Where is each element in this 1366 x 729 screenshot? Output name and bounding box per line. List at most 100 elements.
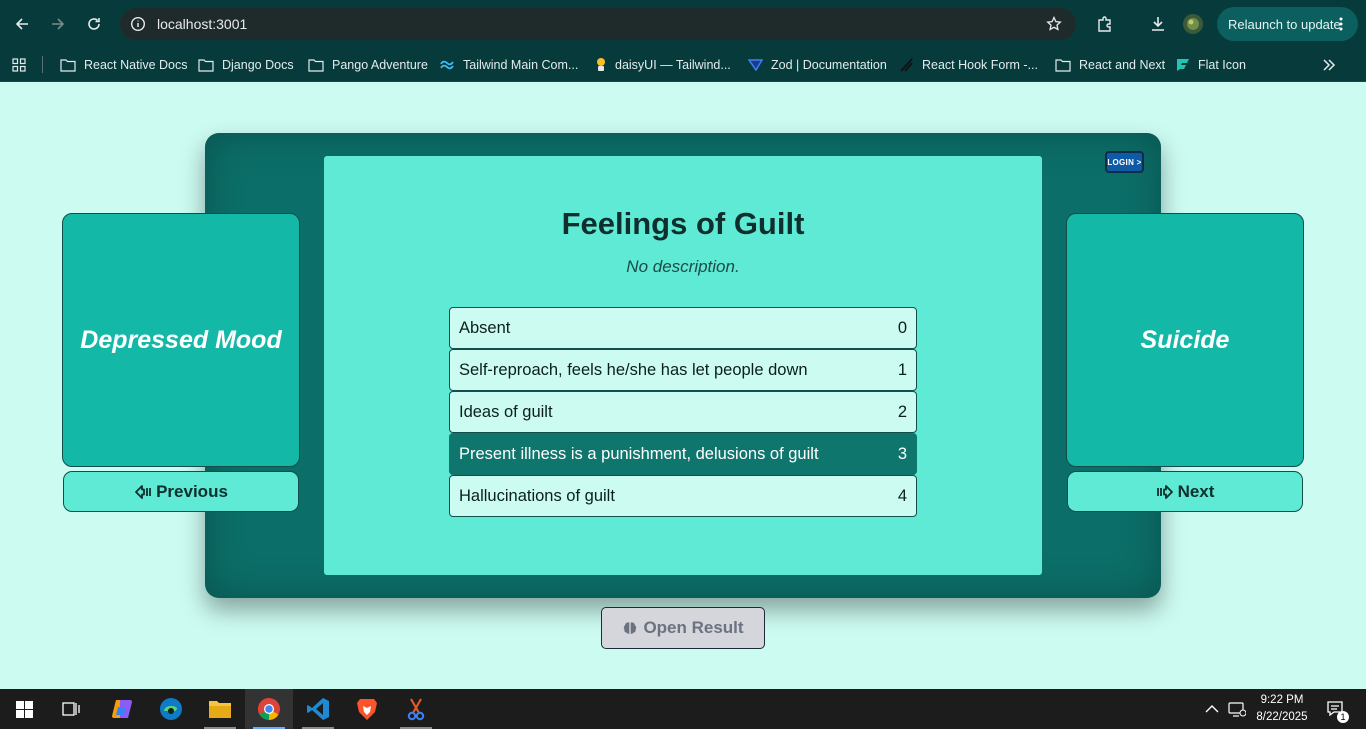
notification-count: 1 bbox=[1337, 711, 1349, 723]
option-absent[interactable]: Absent 0 bbox=[449, 307, 917, 349]
zod-icon bbox=[748, 58, 763, 71]
windows-logo-icon bbox=[15, 700, 33, 718]
brain-icon bbox=[624, 622, 637, 634]
reload-button[interactable] bbox=[82, 12, 106, 36]
extensions-button[interactable] bbox=[1093, 12, 1117, 36]
clock-time: 9:22 PM bbox=[1260, 694, 1304, 706]
bookmarks-divider bbox=[42, 56, 43, 73]
open-result-label: Open Result bbox=[643, 618, 744, 637]
bookmark-label: Pango Adventure bbox=[332, 57, 428, 72]
relaunch-button[interactable]: Relaunch to update bbox=[1217, 7, 1358, 41]
flaticon-icon bbox=[1177, 58, 1189, 71]
option-score: 1 bbox=[897, 360, 907, 379]
task-view-icon bbox=[62, 702, 80, 716]
option-score: 3 bbox=[897, 444, 907, 463]
bookmark-flat-icon[interactable]: Flat Icon bbox=[1176, 47, 1246, 82]
daisyui-icon bbox=[597, 58, 605, 71]
bookmark-label: React Native Docs bbox=[84, 57, 188, 72]
bookmark-react-native-docs[interactable]: React Native Docs bbox=[60, 47, 188, 82]
previous-item-card[interactable]: Depressed Mood bbox=[62, 213, 300, 467]
bookmark-label: Tailwind Main Com... bbox=[463, 57, 579, 72]
chrome-button[interactable] bbox=[245, 689, 293, 729]
bookmark-label: Zod | Documentation bbox=[771, 57, 887, 72]
bookmark-label: daisyUI — Tailwind... bbox=[615, 57, 731, 72]
snipping-tool-button[interactable] bbox=[392, 689, 440, 729]
brave-icon bbox=[357, 699, 377, 720]
bookmark-star-icon[interactable] bbox=[1046, 16, 1062, 32]
tailwind-icon bbox=[440, 60, 454, 69]
option-delusions-of-guilt[interactable]: Present illness is a punishment, delusio… bbox=[449, 433, 917, 475]
next-button[interactable]: Next bbox=[1067, 471, 1303, 512]
relaunch-label: Relaunch to update bbox=[1228, 16, 1341, 32]
bookmark-zod[interactable]: Zod | Documentation bbox=[748, 47, 887, 82]
vscode-icon bbox=[307, 698, 329, 720]
previous-item-title: Depressed Mood bbox=[80, 325, 282, 354]
task-view-button[interactable] bbox=[47, 689, 95, 729]
apps-button[interactable] bbox=[12, 47, 26, 82]
copilot-button[interactable] bbox=[98, 689, 146, 729]
notifications-button[interactable]: 1 bbox=[1316, 689, 1356, 729]
apps-grid-icon bbox=[12, 57, 26, 72]
previous-button-label: Previous bbox=[156, 481, 228, 501]
next-item-card[interactable]: Suicide bbox=[1066, 213, 1304, 467]
address-bar[interactable]: localhost:3001 bbox=[120, 8, 1076, 40]
arrow-right-bold-icon bbox=[1156, 484, 1173, 499]
edge-button[interactable] bbox=[147, 689, 195, 729]
option-label: Present illness is a punishment, delusio… bbox=[459, 444, 819, 463]
url-text[interactable]: localhost:3001 bbox=[157, 16, 247, 32]
bookmark-tailwind[interactable]: Tailwind Main Com... bbox=[440, 47, 578, 82]
bookmark-label: React Hook Form -... bbox=[922, 57, 1038, 72]
login-button[interactable]: LOGIN > bbox=[1105, 151, 1144, 173]
vscode-button[interactable] bbox=[294, 689, 342, 729]
bookmarks-bar: React Native Docs Django Docs Pango Adve… bbox=[0, 47, 1366, 82]
option-hallucinations-of-guilt[interactable]: Hallucinations of guilt 4 bbox=[449, 475, 917, 517]
forward-button[interactable] bbox=[46, 12, 70, 36]
edge-icon bbox=[160, 698, 182, 720]
option-score: 4 bbox=[897, 486, 907, 505]
reload-icon bbox=[88, 18, 100, 30]
browser-toolbar: localhost:3001 Relaunch to update bbox=[0, 0, 1366, 47]
taskbar-clock[interactable]: 9:22 PM 8/22/2025 bbox=[1252, 692, 1312, 726]
start-button[interactable] bbox=[0, 689, 48, 729]
arrow-right-icon bbox=[52, 18, 65, 30]
next-item-title: Suicide bbox=[1140, 325, 1230, 354]
folder-icon bbox=[1055, 58, 1071, 72]
back-button[interactable] bbox=[10, 12, 34, 36]
option-score: 2 bbox=[897, 402, 907, 421]
option-self-reproach[interactable]: Self-reproach, feels he/she has let peop… bbox=[449, 349, 917, 391]
question-title: Feelings of Guilt bbox=[561, 206, 805, 241]
react-hook-form-icon bbox=[900, 57, 913, 72]
bookmark-react-hook-form[interactable]: React Hook Form -... bbox=[899, 47, 1038, 82]
previous-button[interactable]: Previous bbox=[63, 471, 299, 512]
bookmark-django-docs[interactable]: Django Docs bbox=[198, 47, 294, 82]
network-status[interactable] bbox=[1222, 689, 1252, 729]
option-label: Hallucinations of guilt bbox=[459, 486, 615, 505]
bookmark-react-and-next[interactable]: React and Next bbox=[1055, 47, 1165, 82]
chrome-icon bbox=[258, 698, 280, 720]
network-icon bbox=[1228, 702, 1246, 717]
copilot-icon bbox=[112, 700, 132, 718]
more-vert-icon[interactable] bbox=[1332, 15, 1350, 33]
profile-avatar[interactable] bbox=[1181, 12, 1205, 36]
avatar-icon bbox=[1183, 14, 1203, 34]
option-label: Absent bbox=[459, 318, 511, 337]
file-explorer-button[interactable] bbox=[196, 689, 244, 729]
brave-button[interactable] bbox=[343, 689, 391, 729]
bookmark-daisyui[interactable]: daisyUI — Tailwind... bbox=[595, 47, 731, 82]
site-info-icon[interactable] bbox=[130, 16, 146, 32]
chevron-double-right-icon bbox=[1323, 58, 1336, 71]
option-ideas-of-guilt[interactable]: Ideas of guilt 2 bbox=[449, 391, 917, 433]
download-icon bbox=[1152, 17, 1164, 31]
downloads-button[interactable] bbox=[1146, 12, 1170, 36]
bookmark-label: Flat Icon bbox=[1198, 57, 1246, 72]
bookmark-label: React and Next bbox=[1079, 57, 1166, 72]
arrow-left-bold-icon bbox=[135, 484, 151, 499]
bookmarks-overflow-button[interactable] bbox=[1322, 47, 1336, 82]
bookmark-pango-adventure[interactable]: Pango Adventure bbox=[308, 47, 428, 82]
question-description: No description. bbox=[626, 257, 740, 276]
open-result-button[interactable]: Open Result bbox=[601, 607, 765, 649]
clock-date: 8/22/2025 bbox=[1256, 711, 1308, 723]
puzzle-icon bbox=[1098, 16, 1111, 32]
folder-icon bbox=[308, 58, 324, 72]
arrow-left-icon bbox=[15, 18, 28, 30]
